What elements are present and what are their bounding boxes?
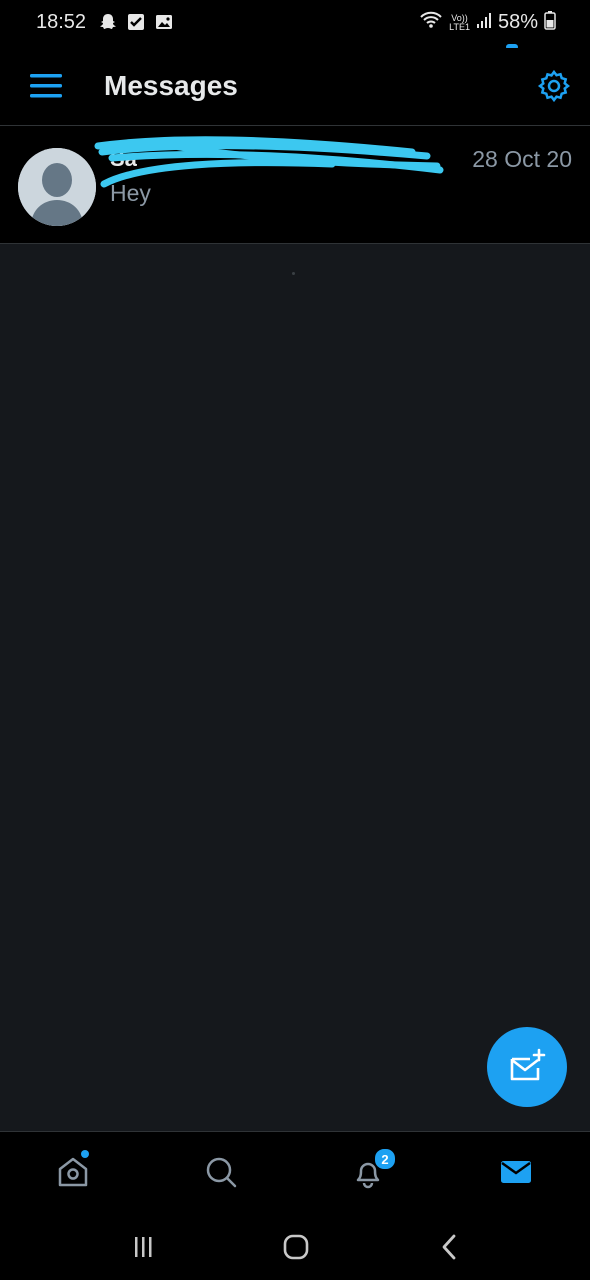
search-icon [206,1157,237,1188]
network-type: Vo)) LTE1 [449,13,470,32]
system-navigation [0,1212,590,1280]
system-home-button[interactable] [276,1232,316,1262]
checkbox-icon [126,12,146,32]
avatar [18,148,96,226]
battery-percentage: 58% [497,11,538,33]
conversation-date: 28 Oct 20 [472,146,572,172]
nav-notifications[interactable]: 2 [346,1148,396,1194]
signal-icon [476,11,492,34]
back-icon [442,1234,456,1260]
conversation-name: Sa [110,146,137,171]
bottom-navigation: 2 [0,1131,590,1212]
notification-badge: 2 [374,1148,396,1170]
loading-dot [292,272,295,275]
hamburger-menu-icon [30,74,62,98]
status-notification-icons [98,12,174,32]
status-bar: 18:52 Vo)) LTE1 58% [0,0,590,50]
page-title: Messages [104,70,238,101]
wifi-icon [419,10,443,35]
home-notification-dot [81,1150,89,1158]
nav-search[interactable] [199,1150,243,1194]
default-avatar-icon [18,148,96,226]
home-button-icon [283,1234,309,1260]
content-area [0,244,590,1131]
system-back-button[interactable] [430,1232,470,1262]
new-message-button[interactable] [487,1027,567,1107]
gear-icon [537,69,571,103]
conversation-item[interactable]: Sa 28 Oct 20 Hey [0,126,590,244]
mail-icon [501,1161,531,1183]
settings-button[interactable] [536,68,572,104]
recents-button[interactable] [123,1232,163,1262]
lte-label: LTE1 [449,21,470,32]
nav-messages[interactable] [494,1150,538,1194]
image-icon [154,12,174,32]
status-right-icons: Vo)) LTE1 58% [419,10,556,35]
snapchat-icon [98,12,118,32]
new-message-icon [510,1048,546,1081]
status-time: 18:52 [36,11,87,33]
menu-button[interactable] [28,68,64,104]
home-icon [58,1157,88,1187]
app-header: Messages [0,48,590,126]
nav-home[interactable] [51,1150,95,1194]
conversation-preview: Hey [110,180,151,206]
battery-icon [544,10,556,35]
recents-icon [135,1237,152,1257]
